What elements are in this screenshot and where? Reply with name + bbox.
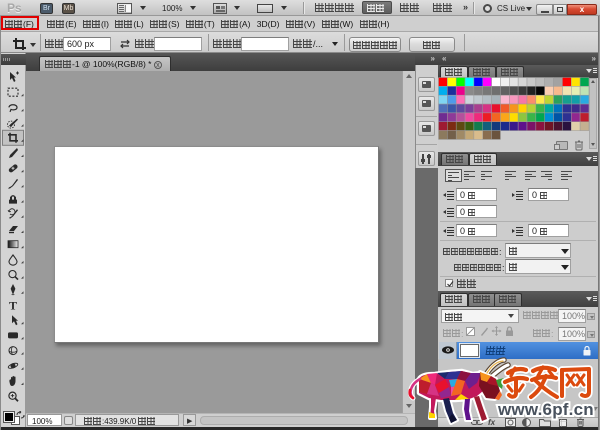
svg-text:www.6pf.cn: www.6pf.cn (497, 400, 594, 419)
svg-text:T: T (9, 299, 17, 313)
